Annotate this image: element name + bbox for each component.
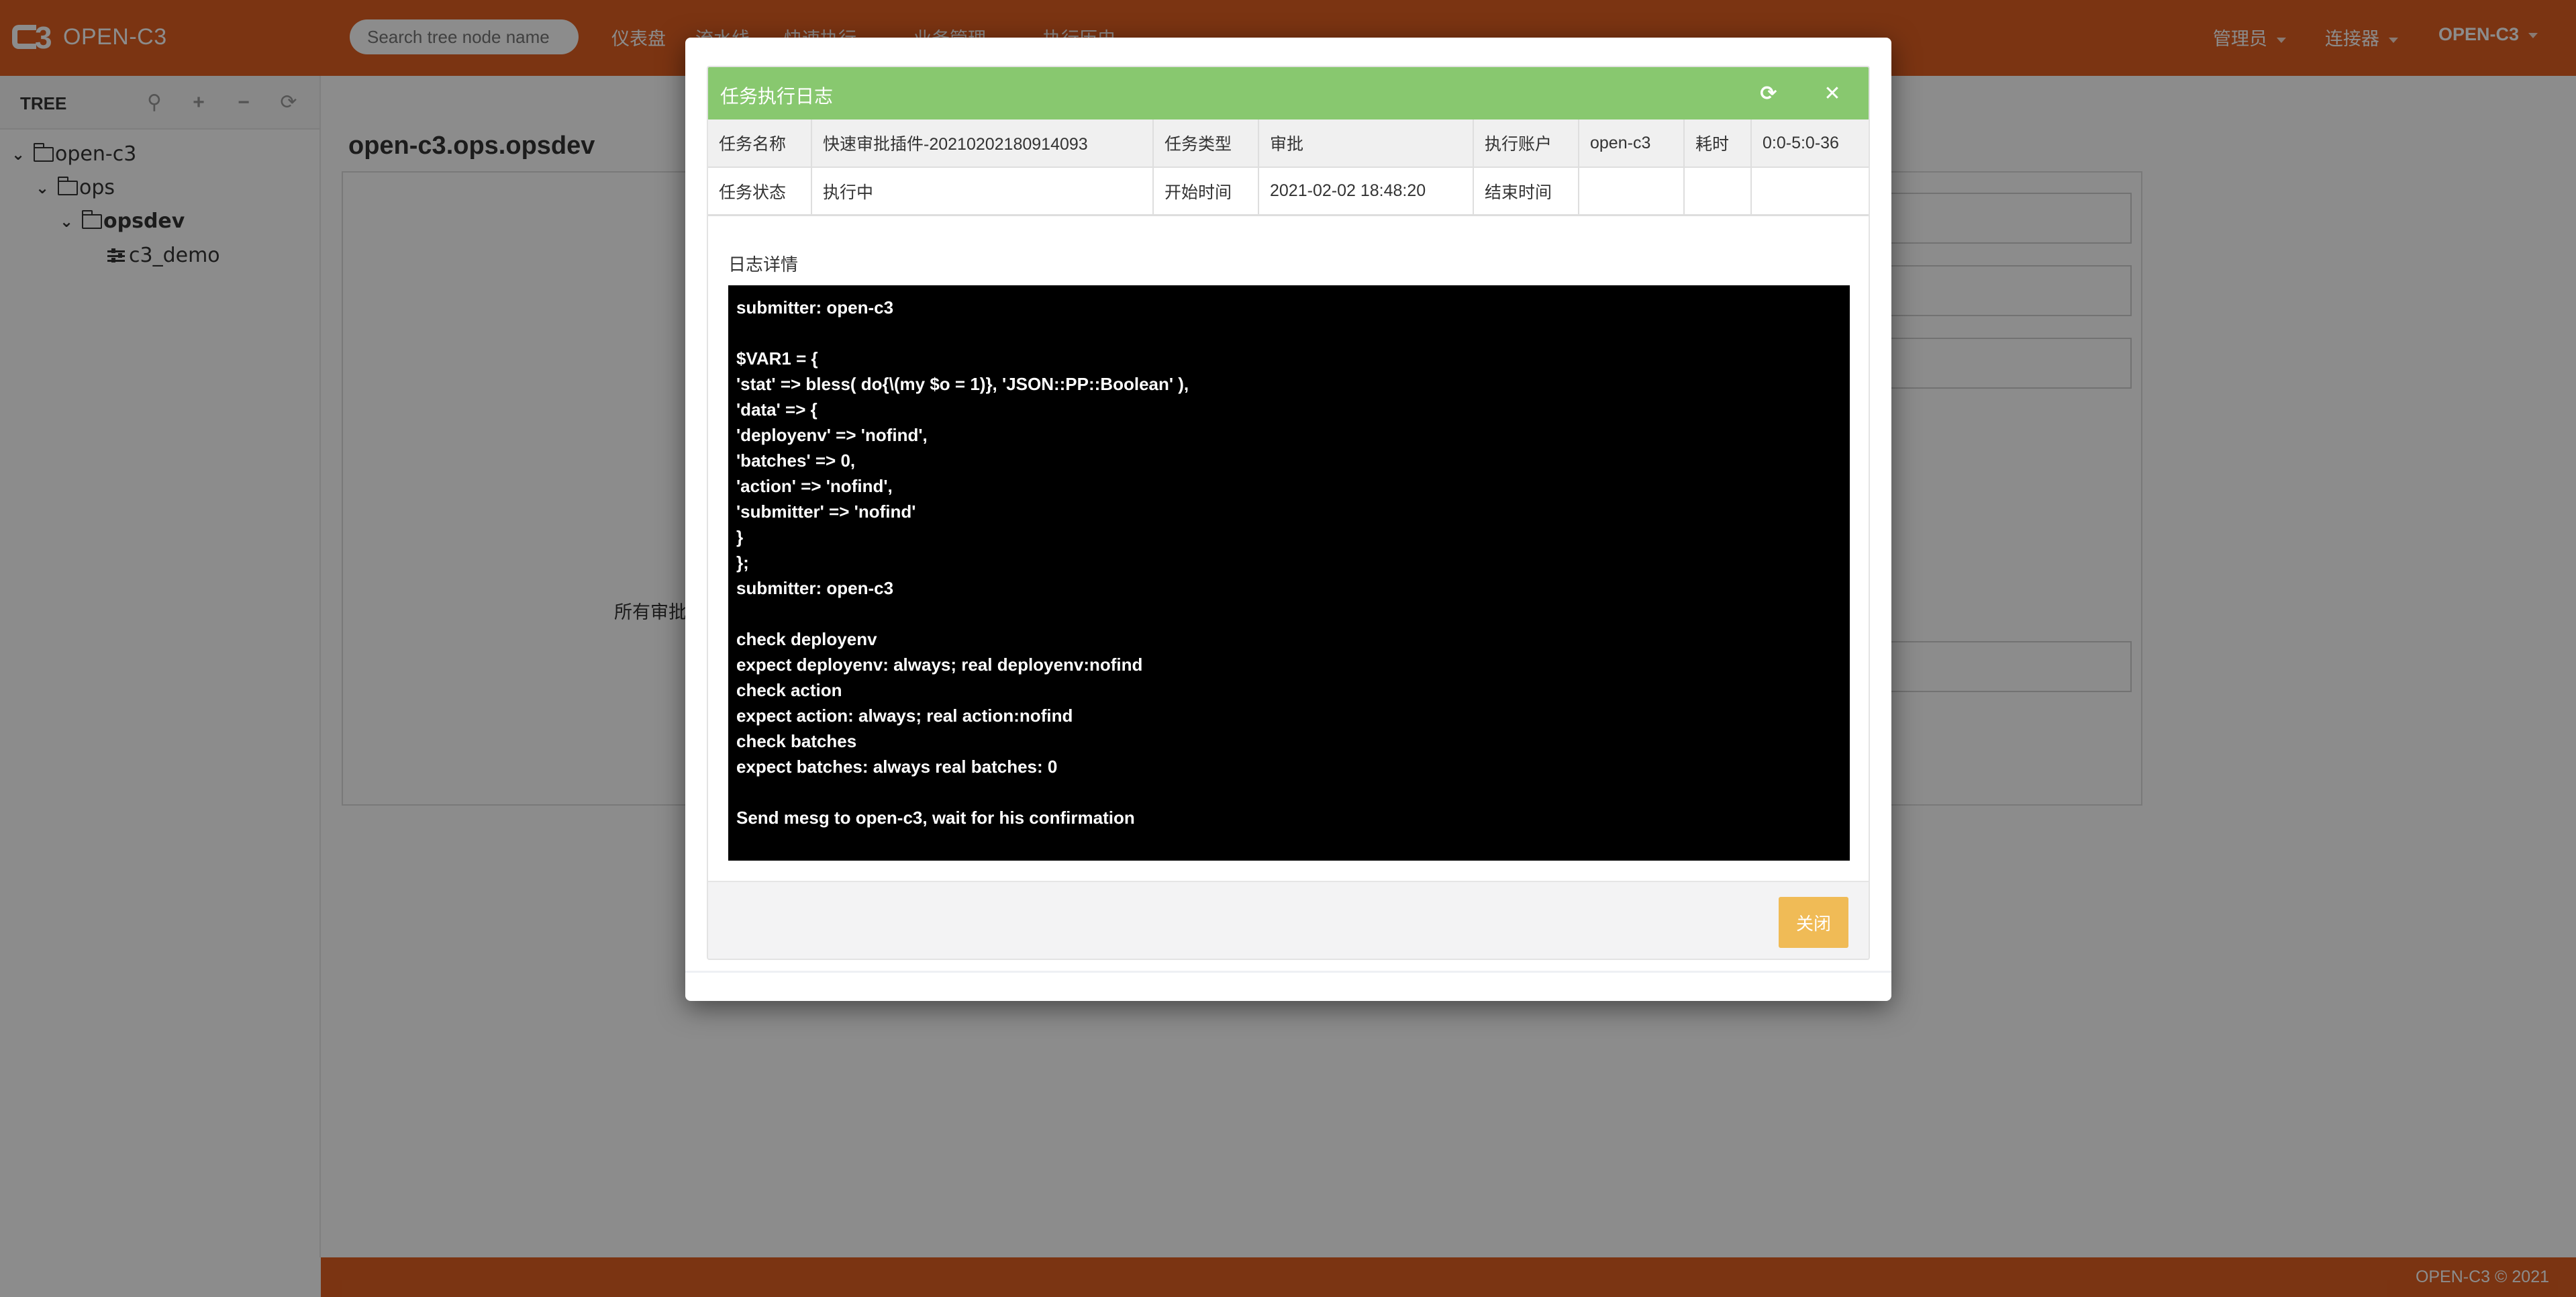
log-line: submitter: open-c3: [736, 297, 894, 318]
start-time-value: 2021-02-02 18:48:20: [1258, 166, 1474, 215]
log-line: expect action: always; real action:nofin…: [736, 706, 1073, 726]
start-time-label: 开始时间: [1152, 166, 1259, 215]
modal-title: 任务执行日志: [720, 86, 834, 107]
duration-value: 0:0-5:0-36: [1750, 119, 1869, 168]
end-time-value: [1578, 166, 1685, 215]
log-section: 日志详情 submitter: open-c3 $VAR1 = { 'stat' =…: [708, 215, 1869, 881]
exec-account-value: open-c3: [1578, 119, 1685, 168]
exec-account-label: 执行账户: [1473, 119, 1579, 168]
task-type-label: 任务类型: [1152, 119, 1259, 168]
empty-cell: [1750, 166, 1869, 215]
task-status-value: 执行中: [811, 166, 1154, 215]
end-time-label: 结束时间: [1473, 166, 1579, 215]
table-row: 任务状态 执行中 开始时间 2021-02-02 18:48:20 结束时间: [708, 166, 1869, 215]
log-output[interactable]: submitter: open-c3 $VAR1 = { 'stat' => ble…: [728, 285, 1850, 861]
task-log-modal: 任务执行日志 ⟳ ✕ 任务名称 快速审批插件-20210202180914093…: [685, 38, 1891, 1001]
refresh-icon[interactable]: ⟳: [1755, 81, 1782, 107]
log-line: 'batches' => 0,: [736, 450, 856, 471]
task-info-table: 任务名称 快速审批插件-20210202180914093 任务类型 审批 执行…: [708, 119, 1869, 215]
log-line: expect batches: always real batches: 0: [736, 757, 1058, 777]
log-detail-label: 日志详情: [728, 254, 799, 275]
log-line: 'submitter' => 'nofind': [736, 501, 916, 522]
empty-cell: [1683, 166, 1752, 215]
modal-footer: 关闭: [708, 881, 1869, 959]
task-log-panel: 任务执行日志 ⟳ ✕ 任务名称 快速审批插件-20210202180914093…: [707, 66, 1870, 960]
close-button[interactable]: 关闭: [1779, 897, 1848, 948]
log-line: submitter: open-c3: [736, 578, 894, 598]
log-line: };: [736, 553, 749, 573]
modal-divider: [685, 971, 1891, 973]
log-line: expect deployenv: always; real deployenv…: [736, 655, 1143, 675]
table-row: 任务名称 快速审批插件-20210202180914093 任务类型 审批 执行…: [708, 119, 1869, 168]
log-line: }: [736, 527, 744, 547]
log-line: 'stat' => bless( do{\(my $o = 1)}, 'JSON…: [736, 374, 1189, 394]
log-line: 'data' => {: [736, 399, 818, 420]
task-status-label: 任务状态: [708, 166, 812, 215]
log-line: check deployenv: [736, 629, 877, 649]
log-line: Send mesg to open-c3, wait for his confi…: [736, 808, 1135, 828]
task-type-value: 审批: [1258, 119, 1474, 168]
task-name-value: 快速审批插件-20210202180914093: [811, 119, 1154, 168]
task-name-label: 任务名称: [708, 119, 812, 168]
log-line: $VAR1 = {: [736, 348, 818, 369]
log-line: check action: [736, 680, 842, 700]
close-icon[interactable]: ✕: [1819, 81, 1846, 107]
log-line: 'action' => 'nofind',: [736, 476, 893, 496]
duration-label: 耗时: [1683, 119, 1752, 168]
log-line: 'deployenv' => 'nofind',: [736, 425, 928, 445]
log-line: check batches: [736, 731, 857, 751]
modal-header: 任务执行日志 ⟳ ✕: [708, 67, 1869, 119]
